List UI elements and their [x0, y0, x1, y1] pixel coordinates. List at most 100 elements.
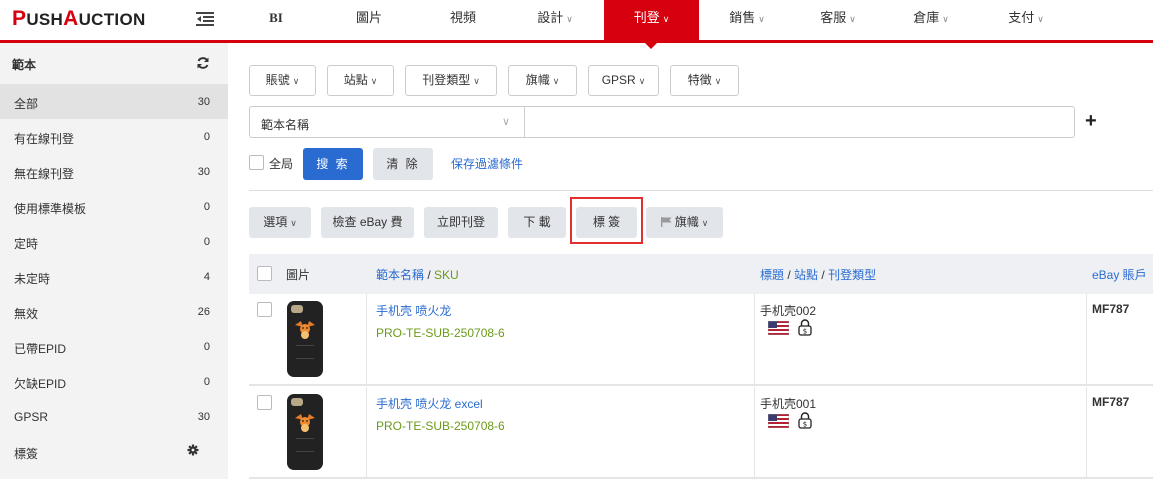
- select-all-checkbox[interactable]: [257, 266, 272, 281]
- save-filter-link[interactable]: 保存過濾條件: [451, 155, 523, 172]
- nav-sales-label: 銷售: [729, 10, 756, 25]
- sidebar-item-with-epid[interactable]: 已帶EPID 0: [0, 329, 228, 364]
- ebay-account: MF787: [1092, 395, 1130, 409]
- nav-warehouse-label: 倉庫: [913, 10, 940, 25]
- product-thumbnail[interactable]: [287, 301, 323, 377]
- pushauction-logo[interactable]: PUSHAUCTION: [12, 7, 146, 31]
- flag-icon: [660, 217, 672, 227]
- sidebar-item-unscheduled[interactable]: 未定時 4: [0, 259, 228, 294]
- nav-images[interactable]: 圖片: [340, 0, 398, 40]
- account-filter-dropdown[interactable]: 賬號 ∨: [249, 65, 316, 96]
- sidebar-item-count: 0: [203, 236, 210, 248]
- feature-filter-dropdown[interactable]: 特徵 ∨: [670, 65, 739, 96]
- sidebar: 範本 全部 30 有在線刊登 0 無在線刊登 30 使用標準模板 0 定時 0 未定時 4 …: [0, 43, 228, 479]
- header-title-site-type: 標題 / 站點 / 刊登類型: [760, 266, 876, 283]
- sidebar-item-tags[interactable]: 標簽: [0, 434, 228, 469]
- list-now-button[interactable]: 立即刊登: [424, 207, 498, 238]
- template-sku: PRO-TE-SUB-250708-6: [376, 326, 505, 340]
- sidebar-item-all[interactable]: 全部 30: [0, 84, 228, 119]
- sidebar-item-label: 全部: [14, 97, 39, 111]
- gpsr-filter-dropdown[interactable]: GPSR ∨: [588, 65, 659, 96]
- header-title-link[interactable]: 標題: [760, 268, 784, 282]
- product-thumbnail[interactable]: [287, 394, 323, 470]
- nav-images-label: 圖片: [355, 10, 382, 25]
- plus-icon[interactable]: +: [1085, 110, 1097, 133]
- column-divider: [754, 387, 755, 479]
- sidebar-item-label: 無效: [14, 307, 39, 321]
- nav-customer-service-label: 客服: [820, 10, 847, 25]
- search-field-select[interactable]: 範本名稱 ∨: [249, 106, 524, 138]
- header-sku-link[interactable]: SKU: [434, 268, 459, 282]
- header-listing-type-link[interactable]: 刊登類型: [828, 268, 876, 282]
- chevron-down-icon: ∨: [566, 14, 573, 24]
- sidebar-item-label: 無在線刊登: [14, 167, 75, 181]
- logo-text-uction: UCTION: [78, 10, 146, 29]
- tag-button-highlight: [570, 197, 643, 244]
- sidebar-item-count: 30: [197, 96, 210, 108]
- sidebar-item-has-online[interactable]: 有在線刊登 0: [0, 119, 228, 154]
- nav-warehouse[interactable]: 倉庫 ∨: [896, 0, 966, 40]
- nav-payment[interactable]: 支付 ∨: [991, 0, 1061, 40]
- nav-bi[interactable]: BI: [258, 0, 294, 40]
- row-checkbox[interactable]: [257, 302, 272, 317]
- flag-filter-dropdown[interactable]: 旗幟 ∨: [508, 65, 577, 96]
- chevron-down-icon: ∨: [942, 14, 949, 24]
- sidebar-item-count: 30: [197, 166, 210, 178]
- search-input[interactable]: [524, 106, 1075, 138]
- chevron-down-icon: ∨: [849, 14, 856, 24]
- search-button[interactable]: 搜 索: [303, 148, 363, 180]
- template-name-link[interactable]: 手机壳 喷火龙: [376, 302, 451, 319]
- header-image: 圖片: [286, 268, 311, 282]
- header-name-link[interactable]: 範本名稱: [376, 268, 424, 282]
- sidebar-item-no-online[interactable]: 無在線刊登 30: [0, 154, 228, 189]
- clear-button[interactable]: 清 除: [373, 148, 433, 180]
- table-row[interactable]: 手机壳 喷火龙 excel PRO-TE-SUB-250708-6 手机壳001…: [249, 387, 1153, 479]
- download-button[interactable]: 下 載: [508, 207, 566, 238]
- template-name-link[interactable]: 手机壳 喷火龙 excel: [376, 395, 483, 412]
- lock-dollar-icon: $: [798, 319, 812, 336]
- nav-customer-service[interactable]: 客服 ∨: [803, 0, 873, 40]
- phone-case-text: [296, 438, 314, 452]
- nav-bi-label: BI: [269, 10, 283, 25]
- sidebar-item-scheduled[interactable]: 定時 0: [0, 224, 228, 259]
- flag-dropdown-button[interactable]: 旗幟 ∨: [646, 207, 723, 238]
- logo-text-ush: USH: [26, 10, 64, 29]
- chevron-down-icon: ∨: [638, 76, 646, 86]
- dragon-artwork: [295, 321, 315, 339]
- check-ebay-fee-button[interactable]: 檢查 eBay 費: [321, 207, 414, 238]
- column-divider: [1086, 387, 1087, 479]
- sidebar-item-standard-template[interactable]: 使用標準模板 0: [0, 189, 228, 224]
- listing-title: 手机壳001: [760, 397, 817, 411]
- sidebar-item-invalid[interactable]: 無效 26: [0, 294, 228, 329]
- svg-text:$: $: [803, 421, 807, 429]
- header-account-link[interactable]: eBay 賬戶: [1092, 268, 1147, 282]
- chevron-down-icon: ∨: [473, 76, 480, 86]
- nav-payment-label: 支付: [1008, 10, 1035, 25]
- options-label: 選項: [263, 215, 288, 229]
- table-row[interactable]: 手机壳 喷火龙 PRO-TE-SUB-250708-6 手机壳002 $ MF7…: [249, 294, 1153, 386]
- column-divider: [1086, 294, 1087, 386]
- chevron-down-icon: ∨: [701, 218, 709, 228]
- sidebar-item-count: 4: [203, 271, 210, 283]
- table-header: 圖片 範本名稱 / SKU 標題 / 站點 / 刊登類型 eBay 賬戶: [249, 254, 1153, 294]
- sidebar-item-count: 0: [203, 201, 210, 213]
- header-site-link[interactable]: 站點: [794, 268, 818, 282]
- options-dropdown-button[interactable]: 選項 ∨: [249, 207, 311, 238]
- row-checkbox[interactable]: [257, 395, 272, 410]
- gear-icon[interactable]: [187, 444, 199, 456]
- listing-type-filter-dropdown[interactable]: 刊登類型 ∨: [405, 65, 497, 96]
- sidebar-item-missing-epid[interactable]: 欠缺EPID 0: [0, 364, 228, 399]
- global-checkbox[interactable]: [249, 155, 264, 170]
- us-flag-icon: [768, 414, 789, 428]
- nav-design-label: 設計: [537, 10, 564, 25]
- refresh-icon[interactable]: [196, 56, 210, 70]
- nav-videos[interactable]: 視頻: [434, 0, 492, 40]
- menu-collapse-icon[interactable]: [196, 11, 214, 27]
- phone-camera: [291, 398, 303, 406]
- sidebar-item-label: 定時: [14, 237, 39, 251]
- nav-sales[interactable]: 銷售 ∨: [712, 0, 782, 40]
- sidebar-item-gpsr[interactable]: GPSR 30: [0, 399, 228, 434]
- nav-design[interactable]: 設計 ∨: [520, 0, 590, 40]
- nav-listing[interactable]: 刊登 ∨: [604, 0, 699, 40]
- site-filter-dropdown[interactable]: 站點 ∨: [327, 65, 394, 96]
